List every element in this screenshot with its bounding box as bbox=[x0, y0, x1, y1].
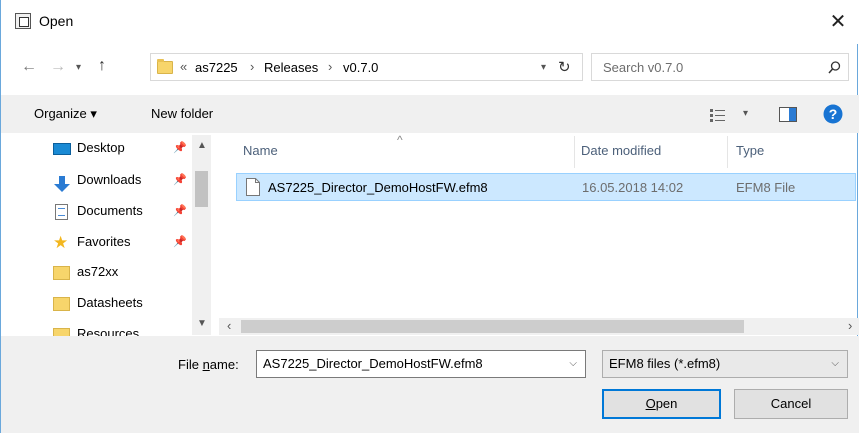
download-arrow-icon bbox=[53, 173, 71, 192]
toolbar: Organize ▾ New folder ▾ ? bbox=[1, 95, 859, 133]
sidebar-item-downloads[interactable]: Downloads 📌 bbox=[53, 165, 191, 195]
navigation-scrollbar[interactable]: ▲ ▼ bbox=[192, 135, 211, 335]
breadcrumb-releases[interactable]: Releases bbox=[264, 60, 318, 75]
sidebar-item-resources[interactable]: Resources bbox=[53, 319, 191, 336]
sidebar-item-favorites[interactable]: ★ Favorites 📌 bbox=[53, 227, 191, 257]
open-button[interactable]: Open bbox=[602, 389, 721, 419]
sidebar-item-label: Desktop bbox=[77, 140, 125, 155]
file-row[interactable]: AS7225_Director_DemoHostFW.efm8 16.05.20… bbox=[236, 173, 856, 201]
scroll-left-icon[interactable]: ‹ bbox=[227, 318, 231, 333]
dialog-footer: File name: AS7225_Director_DemoHostFW.ef… bbox=[1, 336, 859, 433]
sidebar-item-label: Downloads bbox=[77, 172, 142, 187]
search-input[interactable]: Search v0.7.0 bbox=[603, 60, 683, 75]
address-bar[interactable]: « as7225 › Releases › v0.7.0 ▾ ↻ bbox=[150, 53, 583, 81]
document-icon bbox=[53, 203, 71, 220]
sidebar-item-as72xx[interactable]: as72xx bbox=[53, 257, 191, 287]
preview-pane-icon[interactable] bbox=[779, 107, 797, 122]
desktop-icon bbox=[53, 141, 71, 157]
organize-button[interactable]: Organize ▾ bbox=[34, 106, 97, 122]
column-header-name[interactable]: Name bbox=[243, 143, 278, 158]
column-header-date-modified[interactable]: Date modified bbox=[581, 143, 661, 158]
breadcrumb-separator-icon[interactable]: › bbox=[328, 59, 332, 74]
help-icon[interactable]: ? bbox=[823, 104, 843, 124]
sort-ascending-icon: ^ bbox=[397, 133, 403, 147]
column-header-type[interactable]: Type bbox=[736, 143, 764, 158]
sidebar-item-desktop[interactable]: Desktop 📌 bbox=[53, 133, 191, 163]
file-list-scrollbar[interactable]: ‹ › bbox=[219, 318, 859, 335]
forward-arrow-icon[interactable]: → bbox=[50, 57, 66, 77]
recent-locations-chevron-icon[interactable]: ▾ bbox=[76, 62, 81, 73]
file-type-filter[interactable]: EFM8 files (*.efm8) ⌵ bbox=[602, 350, 848, 378]
cancel-button[interactable]: Cancel bbox=[734, 389, 848, 419]
sidebar-item-documents[interactable]: Documents 📌 bbox=[53, 196, 191, 226]
sidebar-item-datasheets[interactable]: Datasheets bbox=[53, 288, 191, 318]
svg-text:?: ? bbox=[829, 106, 838, 122]
pin-icon: 📌 bbox=[173, 142, 187, 154]
folder-icon bbox=[157, 59, 173, 74]
sidebar-item-label: as72xx bbox=[77, 264, 119, 279]
breadcrumb-separator-icon[interactable]: › bbox=[250, 59, 254, 74]
column-divider[interactable] bbox=[727, 136, 728, 168]
file-name-value: AS7225_Director_DemoHostFW.efm8 bbox=[263, 356, 483, 371]
sidebar-item-label: Favorites bbox=[77, 234, 131, 249]
sidebar-item-label: Documents bbox=[77, 203, 143, 218]
address-dropdown-chevron-icon[interactable]: ▾ bbox=[541, 62, 546, 73]
scroll-down-icon[interactable]: ▼ bbox=[197, 318, 207, 329]
star-icon: ★ bbox=[53, 232, 69, 252]
app-icon bbox=[15, 13, 31, 29]
scrollbar-thumb[interactable] bbox=[241, 320, 744, 333]
file-date: 16.05.2018 14:02 bbox=[582, 180, 684, 195]
new-folder-button[interactable]: New folder bbox=[151, 106, 213, 121]
open-dialog: Open ✕ ← → ▾ ↑ « as7225 › Releases › v0.… bbox=[0, 0, 859, 433]
file-icon bbox=[246, 178, 260, 196]
file-name-input[interactable]: AS7225_Director_DemoHostFW.efm8 ⌵ bbox=[256, 350, 586, 378]
file-type-filter-value: EFM8 files (*.efm8) bbox=[609, 356, 721, 371]
view-dropdown-chevron-icon[interactable]: ▾ bbox=[743, 108, 748, 119]
folder-icon bbox=[53, 265, 71, 281]
pin-icon: 📌 bbox=[173, 174, 187, 186]
file-name-dropdown-chevron-icon[interactable]: ⌵ bbox=[569, 351, 577, 377]
sidebar-item-label: Datasheets bbox=[77, 295, 143, 310]
refresh-icon[interactable]: ↻ bbox=[558, 58, 571, 76]
breadcrumb-overflow[interactable]: « bbox=[180, 59, 187, 74]
pin-icon: 📌 bbox=[173, 205, 187, 217]
breadcrumb-v0-7-0[interactable]: v0.7.0 bbox=[343, 60, 378, 75]
pin-icon: 📌 bbox=[173, 236, 187, 248]
filter-dropdown-chevron-icon[interactable]: ⌵ bbox=[831, 351, 839, 377]
file-name-label: File name: bbox=[178, 357, 239, 372]
scroll-right-icon[interactable]: › bbox=[848, 318, 852, 333]
back-arrow-icon[interactable]: ← bbox=[21, 57, 37, 77]
column-divider[interactable] bbox=[574, 136, 575, 168]
file-name: AS7225_Director_DemoHostFW.efm8 bbox=[268, 180, 488, 195]
close-icon[interactable]: ✕ bbox=[823, 8, 853, 36]
up-arrow-icon[interactable]: ↑ bbox=[98, 56, 106, 76]
file-type: EFM8 File bbox=[736, 180, 796, 195]
window-title: Open bbox=[39, 13, 74, 29]
search-box[interactable]: Search v0.7.0 bbox=[591, 53, 849, 81]
folder-icon bbox=[53, 296, 71, 312]
view-options-icon[interactable] bbox=[710, 108, 726, 122]
scroll-up-icon[interactable]: ▲ bbox=[197, 140, 207, 151]
folder-icon bbox=[53, 327, 71, 336]
search-icon[interactable] bbox=[828, 61, 841, 74]
title-bar: Open ✕ bbox=[1, 0, 859, 44]
breadcrumb-as7225[interactable]: as7225 bbox=[195, 60, 238, 75]
navigation-pane: Desktop 📌 Downloads 📌 Documents 📌 ★ Favor… bbox=[1, 133, 192, 336]
scrollbar-thumb[interactable] bbox=[195, 171, 208, 207]
sidebar-item-label: Resources bbox=[77, 326, 140, 336]
